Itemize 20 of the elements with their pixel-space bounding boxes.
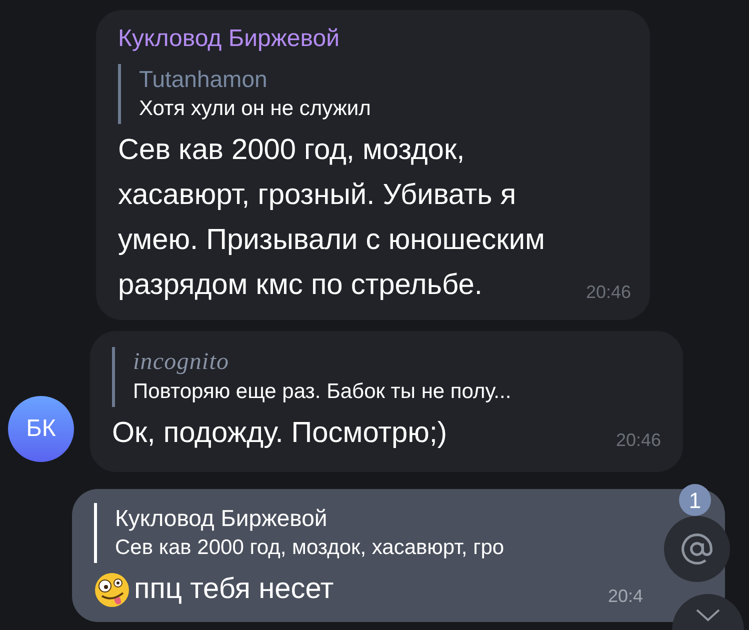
message-time: 20:46 — [616, 429, 661, 452]
at-icon — [680, 532, 714, 566]
reply-quote[interactable]: Tutanhamon Хотя хули он не служил — [118, 64, 371, 124]
chevron-down-icon — [695, 608, 721, 622]
reply-quote[interactable]: Кукловод Биржевой Сев кав 2000 год, моздок, хасавюрт, гро — [94, 503, 504, 563]
sender-name: Кукловод Биржевой — [118, 24, 340, 54]
message-text: Сев кав 2000 год, моздок, хасавюрт, грозный. Убивать я умею. Призывали с юношеским разрядом кмс по стрельбе. — [118, 133, 546, 303]
reply-text: Хотя хули он не служил — [139, 96, 371, 122]
message-bubble[interactable]: incognito Повторяю еще раз. Бабок ты не полу... Ок, подожду. Посмотрю;) 20:46 — [90, 331, 683, 472]
reply-quote[interactable]: incognito Повторяю еще раз. Бабок ты не полу... — [112, 347, 512, 407]
message-text: Ок, подожду. Посмотрю;) — [112, 416, 448, 451]
reply-author: Кукловод Биржевой — [115, 504, 328, 533]
reply-text: Повторяю еще раз. Бабок ты не полу... — [133, 379, 512, 405]
message-text: ппц тебя несет — [134, 572, 334, 607]
message-time: 20:46 — [586, 281, 632, 304]
message-bubble[interactable]: Кукловод Биржевой Tutanhamon Хотя хули он не служил Сев кав 2000 год, моздок, хасавюрт, грозный. Убивать я умею. Призывали с юношеским разрядом кмс по стрельбе. 20:46 — [96, 10, 650, 320]
reply-author: Tutanhamon — [139, 65, 268, 94]
message-time: 20:4 — [608, 585, 643, 608]
reply-author: incognito — [133, 348, 230, 377]
reply-text: Сев кав 2000 год, моздок, хасавюрт, гро — [115, 535, 504, 561]
